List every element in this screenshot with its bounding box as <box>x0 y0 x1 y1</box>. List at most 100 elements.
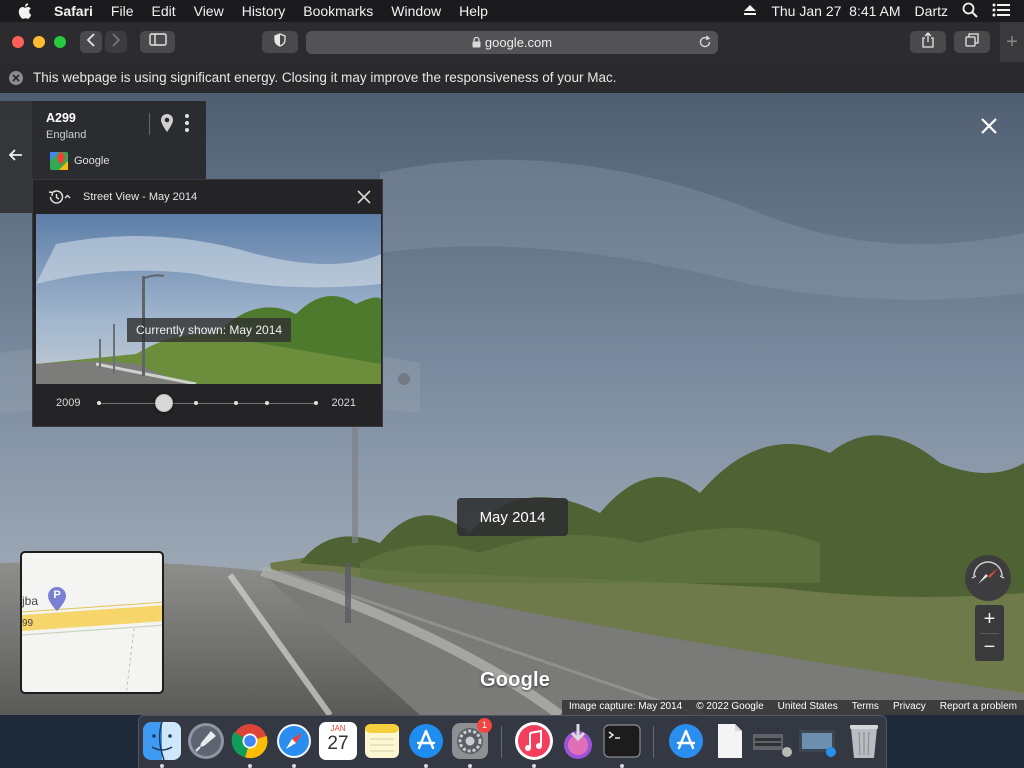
trash-icon[interactable] <box>845 722 883 760</box>
applications-folder-icon[interactable] <box>667 722 705 760</box>
control-center-icon[interactable] <box>992 3 1010 20</box>
parking-pin-icon[interactable]: P <box>47 586 67 617</box>
minimap-road-label: 99 <box>22 618 34 629</box>
safari-icon[interactable] <box>275 722 313 760</box>
music-icon[interactable] <box>515 722 553 760</box>
window-minimize-button[interactable] <box>33 36 45 48</box>
google-maps-icon <box>50 152 68 175</box>
url-text: google.com <box>484 35 553 50</box>
street-view-timeline-panel: Street View - May 2014 Currently shown: … <box>32 179 383 427</box>
timeline-start-year: 2009 <box>56 397 81 409</box>
calendar-day: 27 <box>327 733 349 754</box>
menu-file[interactable]: File <box>111 3 134 19</box>
new-tab-icon: + <box>1006 30 1018 53</box>
road-name: A299 <box>46 111 76 125</box>
close-street-view-icon[interactable] <box>978 115 1000 142</box>
notes-icon[interactable] <box>363 722 401 760</box>
calendar-icon[interactable]: JAN 27 <box>319 722 357 760</box>
running-indicator <box>424 764 428 768</box>
finder-icon[interactable] <box>143 721 181 761</box>
forward-icon <box>111 32 121 52</box>
menubar-datetime[interactable]: Thu Jan 27 8:41 AM <box>771 3 900 19</box>
screenshots-stack-icon[interactable] <box>753 722 795 760</box>
forward-button[interactable] <box>105 31 127 53</box>
photos-stack-icon[interactable] <box>797 722 839 760</box>
tab-overview-button[interactable] <box>954 31 990 53</box>
timeline-tick[interactable] <box>234 401 238 405</box>
compass-button[interactable] <box>965 555 1011 601</box>
zoom-out-button[interactable]: − <box>975 633 1004 661</box>
app-store-icon[interactable] <box>407 722 445 760</box>
divider <box>149 113 150 135</box>
running-indicator <box>248 764 252 768</box>
downloads-icon[interactable] <box>559 722 597 760</box>
timeline-header: Street View - May 2014 <box>33 180 382 214</box>
timeline-tick[interactable] <box>265 401 269 405</box>
share-button[interactable] <box>910 31 946 53</box>
address-bar[interactable]: google.com <box>306 31 718 54</box>
provider-name: Google <box>74 155 110 167</box>
region-name: England <box>46 129 87 141</box>
menu-bookmarks[interactable]: Bookmarks <box>303 3 373 19</box>
terms-link[interactable]: Terms <box>844 700 886 715</box>
menu-edit[interactable]: Edit <box>151 3 175 19</box>
new-tab-button[interactable]: + <box>1000 22 1024 62</box>
menubar-user[interactable]: Dartz <box>915 3 948 19</box>
terminal-icon[interactable] <box>603 722 641 760</box>
timeline-slider-track[interactable] <box>99 403 317 404</box>
window-fullscreen-button[interactable] <box>54 36 66 48</box>
privacy-link[interactable]: Privacy <box>885 700 933 715</box>
more-options-icon[interactable] <box>184 113 190 138</box>
zoom-in-button[interactable]: + <box>975 605 1004 633</box>
close-timeline-icon[interactable] <box>356 189 372 210</box>
running-indicator <box>468 764 472 768</box>
spotlight-search-icon[interactable] <box>962 2 978 21</box>
reload-icon[interactable] <box>698 35 712 52</box>
country-link[interactable]: United States <box>770 700 845 715</box>
share-icon <box>921 31 935 53</box>
timeline-preview-image[interactable] <box>36 214 381 384</box>
system-preferences-icon[interactable]: 1 <box>451 718 492 760</box>
energy-warning-text: This webpage is using significant energy… <box>33 70 617 85</box>
timeline-tick[interactable] <box>97 401 101 405</box>
running-indicator <box>160 764 164 768</box>
calendar-month: JAN <box>330 724 346 733</box>
menu-window[interactable]: Window <box>391 3 441 19</box>
street-view-panorama[interactable]: A299 England Google Street View - May 20… <box>0 93 1024 715</box>
location-pin-icon[interactable] <box>160 113 174 138</box>
close-banner-icon[interactable] <box>9 70 23 85</box>
menu-history[interactable]: History <box>242 3 286 19</box>
back-to-map-button[interactable] <box>0 101 32 213</box>
timeline-tick[interactable] <box>314 401 318 405</box>
privacy-report-button[interactable] <box>262 31 298 53</box>
back-button[interactable] <box>80 31 102 53</box>
notification-badge: 1 <box>477 718 492 733</box>
chrome-icon[interactable] <box>231 722 269 760</box>
compass-icon <box>968 556 1008 601</box>
menu-view[interactable]: View <box>194 3 224 19</box>
dock: JAN 27 1 <box>138 715 887 768</box>
window-close-button[interactable] <box>12 36 24 48</box>
apple-icon[interactable] <box>18 3 38 19</box>
running-indicator <box>620 764 624 768</box>
menu-app-safari[interactable]: Safari <box>54 3 93 19</box>
lock-icon <box>472 37 481 48</box>
image-capture-date: Image capture: May 2014 <box>561 700 690 715</box>
dock-separator <box>653 726 654 758</box>
launchpad-icon[interactable] <box>187 722 225 760</box>
running-indicator <box>532 764 536 768</box>
parking-pin-letter: P <box>53 589 61 601</box>
sidebar-button[interactable] <box>140 31 175 53</box>
copyright-text: © 2022 Google <box>689 700 771 715</box>
menu-help[interactable]: Help <box>459 3 488 19</box>
eject-icon[interactable] <box>743 3 757 19</box>
document-icon[interactable] <box>711 722 749 760</box>
timeline-tick[interactable] <box>194 401 198 405</box>
privacy-shield-icon <box>274 32 286 52</box>
minimap[interactable]: jba 99 P <box>20 551 164 694</box>
history-icon[interactable] <box>47 189 71 205</box>
google-watermark: Google <box>480 669 551 691</box>
timeline-slider-handle[interactable] <box>155 394 173 412</box>
report-problem-link[interactable]: Report a problem <box>932 700 1024 715</box>
map-footer: Image capture: May 2014 © 2022 Google Un… <box>561 700 1024 715</box>
